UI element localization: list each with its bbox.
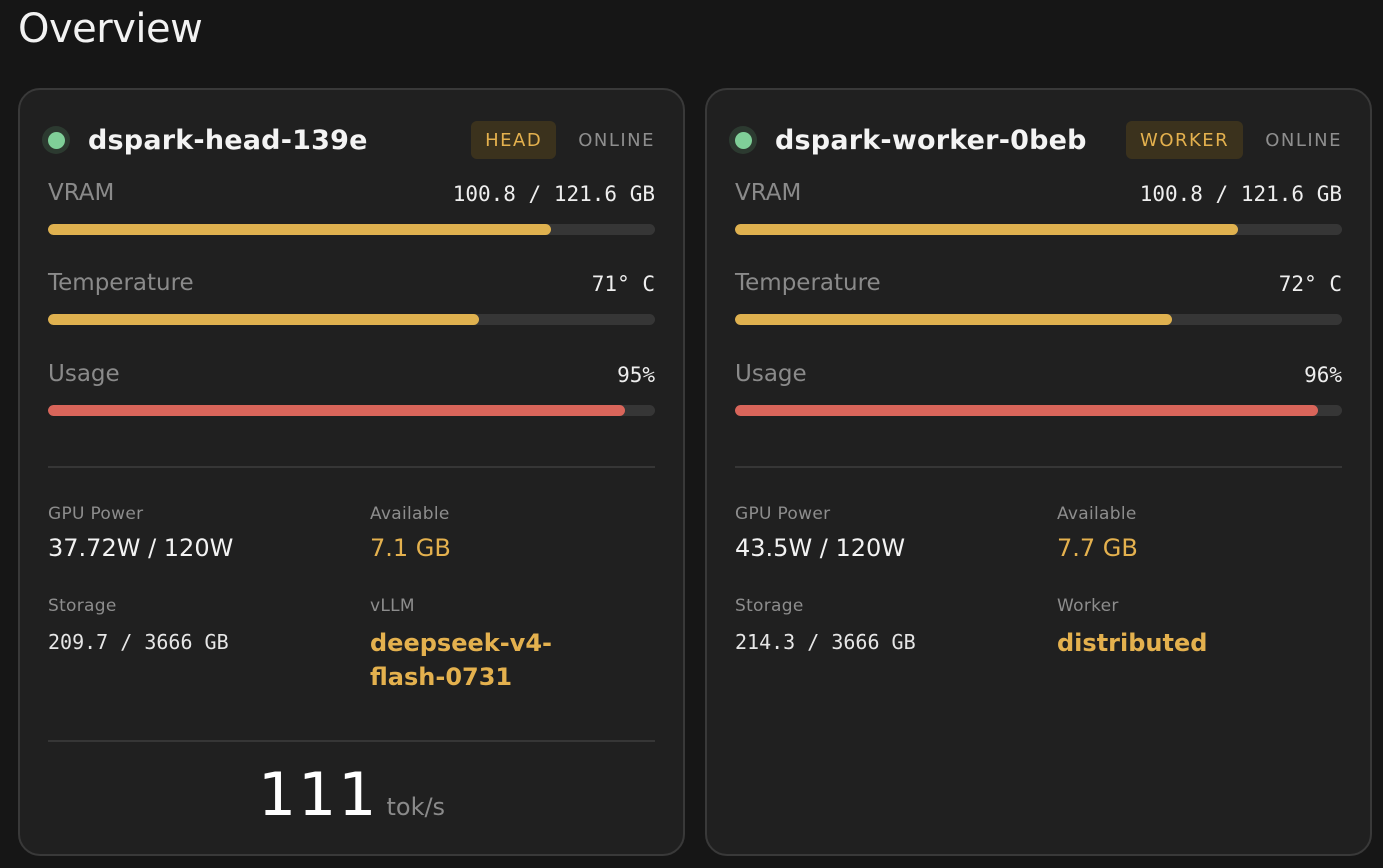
stat-value: deepseek-v4-flash-0731 — [370, 629, 552, 691]
status-label: ONLINE — [578, 129, 655, 151]
progress-fill — [48, 314, 479, 325]
stat-value: 7.7 GB — [1057, 534, 1138, 562]
progress-bar — [735, 405, 1342, 416]
node-card-head[interactable]: dspark-head-139e HEAD ONLINE VRAM 100.8 … — [18, 88, 685, 856]
metric-vram: VRAM 100.8 / 121.6 GB — [735, 180, 1342, 240]
metric-value: 71° C — [591, 272, 655, 296]
stat-storage: Storage 209.7 / 3666 GB — [48, 596, 229, 654]
metric-label: VRAM — [735, 180, 802, 206]
stat-value: distributed — [1057, 629, 1208, 657]
metric-label: Temperature — [48, 270, 194, 296]
stat-value: 37.72W / 120W — [48, 534, 234, 562]
card-header: dspark-worker-0beb WORKER ONLINE — [729, 120, 1342, 160]
stat-label: Available — [370, 504, 450, 524]
metric-value: 100.8 / 121.6 GB — [452, 182, 655, 206]
throughput-unit: tok/s — [386, 793, 446, 821]
stat-label: Storage — [735, 596, 804, 616]
metric-value: 100.8 / 121.6 GB — [1139, 182, 1342, 206]
divider — [48, 466, 655, 468]
stat-label: vLLM — [370, 596, 415, 616]
progress-fill — [48, 224, 552, 235]
throughput-value: 111 — [257, 760, 379, 830]
divider — [735, 466, 1342, 468]
metric-label: Temperature — [735, 270, 881, 296]
stat-worker: Worker distributed — [1057, 596, 1307, 660]
stat-label: GPU Power — [48, 504, 144, 524]
status-dot-icon — [42, 126, 70, 154]
stat-gpu-power: GPU Power 37.72W / 120W — [48, 504, 233, 562]
stat-value: 7.1 GB — [370, 534, 451, 562]
progress-fill — [48, 405, 625, 416]
divider — [48, 740, 655, 742]
metric-value: 72° C — [1278, 272, 1342, 296]
node-card-worker[interactable]: dspark-worker-0beb WORKER ONLINE VRAM 10… — [705, 88, 1372, 856]
stat-value: 43.5W / 120W — [735, 534, 906, 562]
stat-storage: Storage 214.3 / 3666 GB — [735, 596, 916, 654]
metric-usage: Usage 96% — [735, 361, 1342, 421]
metric-label: Usage — [48, 361, 120, 387]
stat-label: Storage — [48, 596, 117, 616]
metric-temperature: Temperature 71° C — [48, 270, 655, 330]
progress-fill — [735, 224, 1239, 235]
progress-bar — [735, 224, 1342, 235]
throughput: 111 tok/s — [20, 760, 683, 830]
metric-vram: VRAM 100.8 / 121.6 GB — [48, 180, 655, 240]
stat-label: Worker — [1057, 596, 1119, 616]
stat-label: Available — [1057, 504, 1137, 524]
stat-value: 214.3 / 3666 GB — [735, 630, 916, 654]
status-dot-icon — [729, 126, 757, 154]
metric-label: VRAM — [48, 180, 115, 206]
role-badge: WORKER — [1126, 121, 1244, 159]
metric-label: Usage — [735, 361, 807, 387]
progress-bar — [48, 224, 655, 235]
metric-temperature: Temperature 72° C — [735, 270, 1342, 330]
progress-bar — [735, 314, 1342, 325]
progress-fill — [735, 314, 1173, 325]
metric-value: 95% — [617, 363, 655, 387]
stat-available: Available 7.7 GB — [1057, 504, 1138, 562]
role-badge: HEAD — [471, 121, 557, 159]
stat-gpu-power: GPU Power 43.5W / 120W — [735, 504, 905, 562]
progress-fill — [735, 405, 1318, 416]
stat-vllm: vLLM deepseek-v4-flash-0731 — [370, 596, 620, 694]
card-header: dspark-head-139e HEAD ONLINE — [42, 120, 655, 160]
metric-value: 96% — [1304, 363, 1342, 387]
node-name: dspark-head-139e — [88, 124, 368, 156]
status-label: ONLINE — [1265, 129, 1342, 151]
metric-usage: Usage 95% — [48, 361, 655, 421]
stat-available: Available 7.1 GB — [370, 504, 451, 562]
stat-label: GPU Power — [735, 504, 831, 524]
node-name: dspark-worker-0beb — [775, 124, 1087, 156]
page-title: Overview — [18, 6, 203, 52]
stat-value: 209.7 / 3666 GB — [48, 630, 229, 654]
progress-bar — [48, 405, 655, 416]
progress-bar — [48, 314, 655, 325]
